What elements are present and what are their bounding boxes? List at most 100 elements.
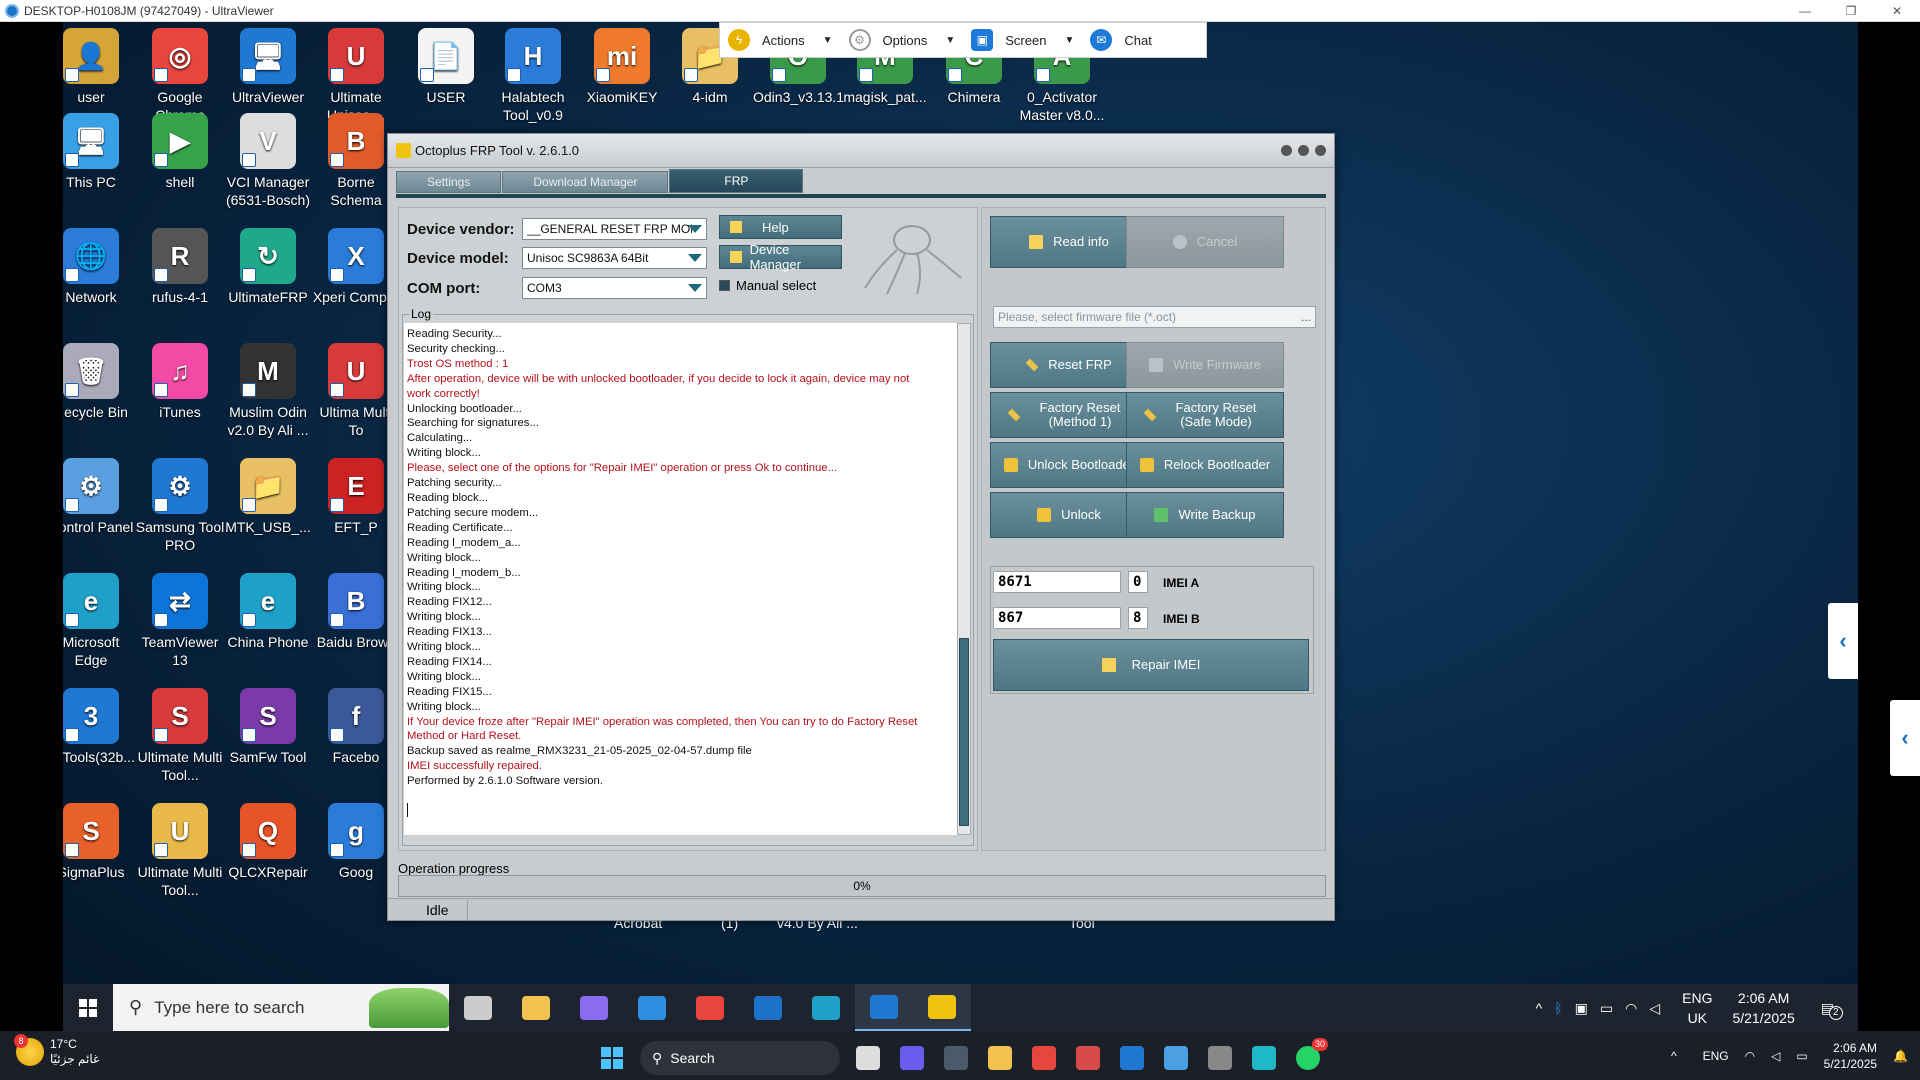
log-output[interactable]: Reading Security... Security checking... T… xyxy=(404,323,957,835)
taskbar-app-edge[interactable] xyxy=(797,984,855,1031)
desktop-icon[interactable]: U Ultimate Multi Tool... xyxy=(135,803,225,899)
desktop-icon[interactable]: 👤 user xyxy=(63,28,136,106)
start-button[interactable] xyxy=(590,1036,634,1080)
unlock-button[interactable]: Unlock xyxy=(990,492,1148,538)
desktop-icon[interactable]: 🖥 This PC xyxy=(63,113,136,191)
host-search-box[interactable]: ⚲ Search xyxy=(640,1041,840,1075)
start-button[interactable] xyxy=(63,984,113,1031)
factory-reset-method1-button[interactable]: Factory Reset (Method 1) xyxy=(990,392,1148,438)
browse-button[interactable]: ... xyxy=(1301,310,1311,324)
clock[interactable]: 2:06 AM 5/21/2025 xyxy=(1824,1040,1877,1072)
wifi-icon[interactable]: ◠ xyxy=(1745,1048,1755,1064)
manual-select-checkbox[interactable]: Manual select xyxy=(719,278,816,293)
taskbar-app-chrome[interactable] xyxy=(681,984,739,1031)
taskbar-app-ultraviewer[interactable] xyxy=(855,984,913,1031)
options-menu[interactable]: ⚙ Options ▼ xyxy=(841,22,964,58)
desktop-icon[interactable]: UUltimate Unisoc ... xyxy=(311,28,401,124)
host-taskbar-app-whatsapp[interactable]: 30 xyxy=(1286,1036,1330,1080)
taskbar-app-store[interactable] xyxy=(623,984,681,1031)
desktop-icon[interactable]: S Ultimate Multi Tool... xyxy=(135,688,225,784)
taskbar-app-task-view[interactable] xyxy=(449,984,507,1031)
minimize-button[interactable] xyxy=(1281,145,1292,156)
desktop-icon[interactable]: e China Phone xyxy=(223,573,313,651)
notification-button[interactable]: ▤ 2 xyxy=(1821,998,1843,1020)
host-taskbar-app-file-explorer[interactable] xyxy=(978,1036,1022,1080)
desktop-icon[interactable]: 🌐 Network xyxy=(63,228,136,306)
repair-imei-button[interactable]: Repair IMEI xyxy=(993,639,1309,691)
weather-widget[interactable]: 8 17°C غائم جزئيًا xyxy=(14,1034,99,1067)
battery-icon[interactable]: ▭ xyxy=(1600,998,1613,1018)
unlock-bootloader-button[interactable]: Unlock Bootloader xyxy=(990,442,1148,488)
desktop-icon[interactable]: S SigmaPlus xyxy=(63,803,136,881)
write-backup-button[interactable]: Write Backup xyxy=(1126,492,1284,538)
desktop-icon[interactable]: H Halabtech Tool_v0.9 xyxy=(488,28,578,124)
language-indicator[interactable]: ENG xyxy=(1703,1048,1729,1064)
host-side-panel-toggle[interactable]: ‹ xyxy=(1890,700,1920,776)
host-taskbar-app-chrome[interactable] xyxy=(1022,1036,1066,1080)
log-scrollbar[interactable] xyxy=(957,323,971,835)
device-manager-button[interactable]: Device Manager xyxy=(719,242,842,272)
cancel-button[interactable]: Cancel xyxy=(1126,216,1284,268)
reset-frp-button[interactable]: Reset FRP xyxy=(990,342,1148,388)
side-panel-toggle[interactable]: ‹ xyxy=(1828,603,1858,679)
host-taskbar-app-vpn[interactable] xyxy=(1242,1036,1286,1080)
close-button[interactable]: ✕ xyxy=(1874,0,1920,22)
taskbar-app-copilot[interactable] xyxy=(565,984,623,1031)
device-icon[interactable]: ▣ xyxy=(1575,998,1588,1018)
chat-button[interactable]: ✉ Chat xyxy=(1082,22,1159,58)
checkbox-box[interactable] xyxy=(719,280,730,291)
host-taskbar-app-calculator[interactable] xyxy=(934,1036,978,1080)
desktop-icon[interactable]: S SamFw Tool xyxy=(223,688,313,766)
desktop-icon[interactable]: 3 3uTools(32b... xyxy=(63,688,136,766)
actions-menu[interactable]: ϟ Actions ▼ xyxy=(720,22,841,58)
host-taskbar-app-notepad[interactable] xyxy=(1154,1036,1198,1080)
desktop-icon[interactable]: ⚙ Samsung Tool PRO xyxy=(135,458,225,554)
imei-b-input[interactable]: 867 xyxy=(993,607,1121,629)
tab-frp[interactable]: FRP xyxy=(669,169,804,193)
desktop-icon[interactable]: 📁 MTK_USB_... xyxy=(223,458,313,536)
volume-icon[interactable]: ◁ xyxy=(1649,998,1660,1018)
desktop-icon[interactable]: V VCI Manager (6531-Bosch) xyxy=(223,113,313,209)
chevron-up-icon[interactable]: ^ xyxy=(1671,1048,1677,1064)
host-taskbar-app-task-view[interactable] xyxy=(846,1036,890,1080)
desktop-icon[interactable]: ⚙ Control Panel xyxy=(63,458,136,536)
desktop-icon[interactable]: ◎Google Chrome xyxy=(135,28,225,124)
host-taskbar-app-ultraviewer[interactable] xyxy=(1110,1036,1154,1080)
host-taskbar-app-app-gray[interactable] xyxy=(1198,1036,1242,1080)
volume-icon[interactable]: ◁ xyxy=(1771,1048,1780,1064)
maximize-button[interactable] xyxy=(1298,145,1309,156)
help-button[interactable]: Help xyxy=(719,215,842,239)
com-port-select[interactable]: COM3 xyxy=(522,277,707,299)
taskbar-app-file-explorer[interactable] xyxy=(507,984,565,1031)
bell-icon[interactable]: 🔔 xyxy=(1893,1048,1908,1064)
minimize-button[interactable]: — xyxy=(1782,0,1828,22)
write-firmware-button[interactable]: Write Firmware xyxy=(1126,342,1284,388)
imei-a-input[interactable]: 8671 xyxy=(993,571,1121,593)
read-info-button[interactable]: Read info xyxy=(990,216,1148,268)
screen-menu[interactable]: ▣ Screen ▼ xyxy=(963,22,1082,58)
wifi-icon[interactable]: ◠ xyxy=(1625,998,1637,1018)
taskbar-app-outlook[interactable] xyxy=(739,984,797,1031)
tab-download-manager[interactable]: Download Manager xyxy=(502,171,669,193)
language-indicator[interactable]: ENG UK xyxy=(1682,988,1712,1028)
taskbar-search-input[interactable]: ⚲ Type here to search xyxy=(113,984,449,1031)
desktop-icon[interactable]: M Muslim Odin v2.0 By Ali ... xyxy=(223,343,313,439)
bluetooth-icon[interactable]: ᛒ xyxy=(1554,998,1562,1018)
scrollbar-thumb[interactable] xyxy=(959,638,969,826)
relock-bootloader-button[interactable]: Relock Bootloader xyxy=(1126,442,1284,488)
factory-reset-safe-button[interactable]: Factory Reset (Safe Mode) xyxy=(1126,392,1284,438)
battery-icon[interactable]: ▭ xyxy=(1796,1048,1807,1064)
firmware-file-input[interactable]: Please, select firmware file (*.oct) ... xyxy=(993,306,1316,328)
device-vendor-select[interactable]: __GENERAL RESET FRP MODE__ xyxy=(522,218,707,240)
imei-a-check-digit[interactable]: 0 xyxy=(1128,571,1148,593)
device-model-select[interactable]: Unisoc SC9863A 64Bit xyxy=(522,247,707,269)
desktop-icon[interactable]: Q QLCXRepair xyxy=(223,803,313,881)
desktop-icon[interactable]: 🖥 UltraViewer xyxy=(223,28,313,106)
clock[interactable]: 2:06 AM 5/21/2025 xyxy=(1732,988,1794,1028)
close-button[interactable] xyxy=(1315,145,1326,156)
desktop-icon[interactable]: ▶ shell xyxy=(135,113,225,191)
taskbar-app-octoplus[interactable] xyxy=(913,984,971,1031)
host-taskbar-app-meet[interactable] xyxy=(890,1036,934,1080)
maximize-button[interactable]: ❐ xyxy=(1828,0,1874,22)
desktop-icon[interactable]: ↻ UltimateFRP xyxy=(223,228,313,306)
